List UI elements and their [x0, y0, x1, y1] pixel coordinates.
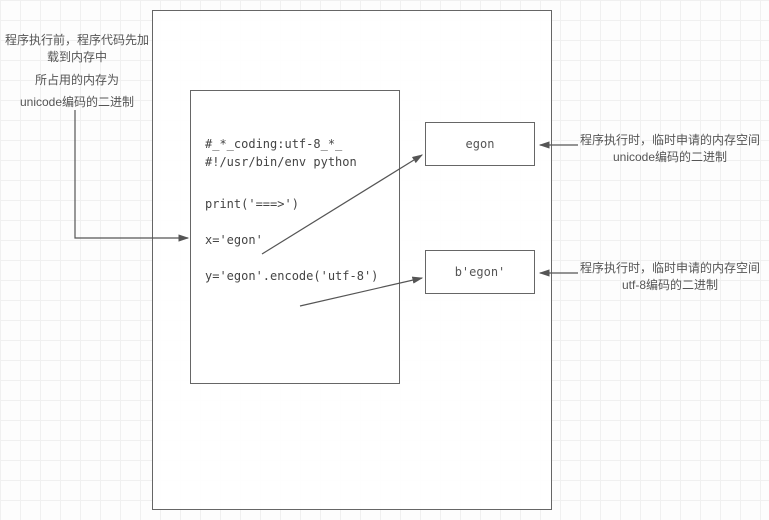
annotation-line: 程序执行时，临时申请的内存空间: [580, 260, 760, 277]
annotation-line: 程序执行时，临时申请的内存空间: [580, 132, 760, 149]
memory-value-unicode: egon: [425, 122, 535, 166]
code-line: print('===>'): [205, 197, 385, 211]
annotation-right-2: 程序执行时，临时申请的内存空间 utf-8编码的二进制: [580, 260, 760, 294]
annotation-line: unicode编码的二进制: [580, 149, 760, 166]
annotation-left: 程序执行前，程序代码先加载到内存中 所占用的内存为 unicode编码的二进制: [2, 32, 152, 111]
annotation-line: 所占用的内存为: [2, 72, 152, 89]
code-line: y='egon'.encode('utf-8'): [205, 269, 385, 283]
memory-value-text: b'egon': [455, 265, 506, 279]
annotation-line: unicode编码的二进制: [2, 94, 152, 111]
annotation-right-1: 程序执行时，临时申请的内存空间 unicode编码的二进制: [580, 132, 760, 166]
memory-value-text: egon: [466, 137, 495, 151]
annotation-line: 程序执行前，程序代码先加载到内存中: [2, 32, 152, 66]
code-line: x='egon': [205, 233, 385, 247]
memory-value-utf8: b'egon': [425, 250, 535, 294]
code-block: #_*_coding:utf-8_*_ #!/usr/bin/env pytho…: [190, 90, 400, 384]
annotation-line: utf-8编码的二进制: [580, 277, 760, 294]
code-line: #!/usr/bin/env python: [205, 155, 385, 169]
code-line: #_*_coding:utf-8_*_: [205, 137, 385, 151]
